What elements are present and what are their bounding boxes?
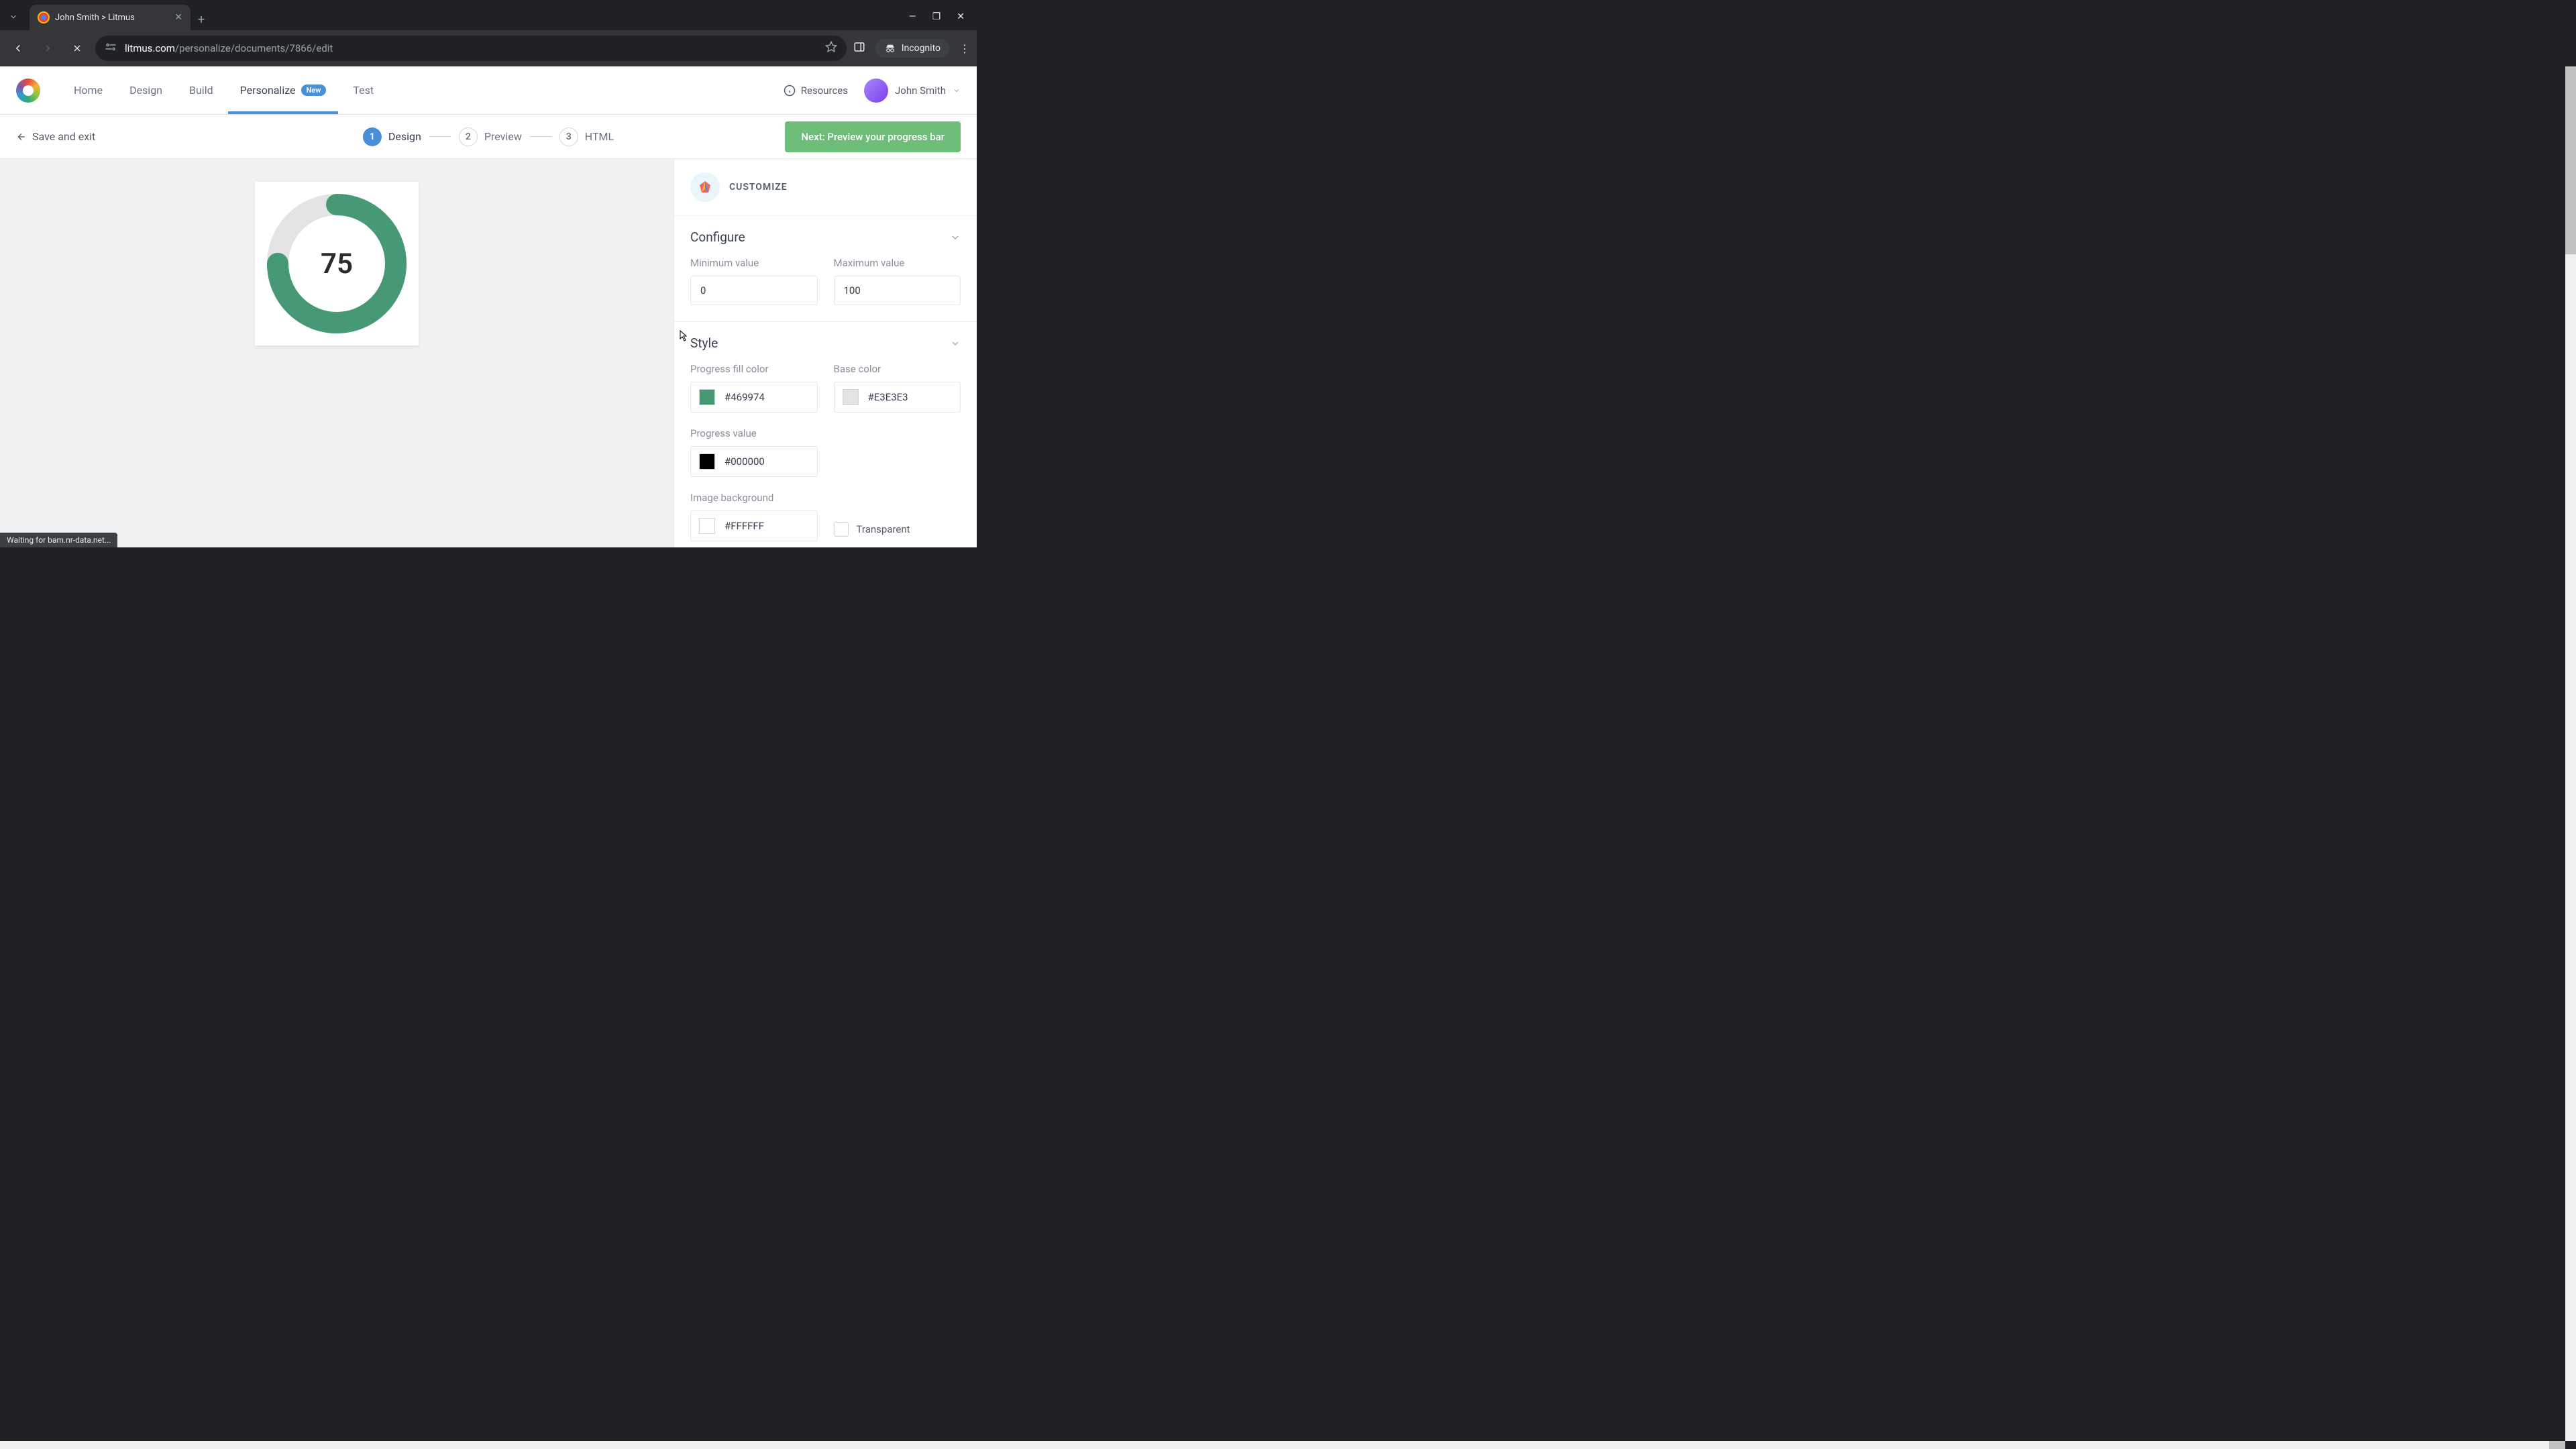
donut-chart: 75 bbox=[263, 190, 411, 337]
browser-toolbar: litmus.com/personalize/documents/7866/ed… bbox=[0, 30, 977, 66]
fill-color-swatch bbox=[699, 389, 715, 405]
max-value-input[interactable] bbox=[834, 276, 961, 305]
tab-title: John Smith > Litmus bbox=[55, 13, 169, 23]
step-divider bbox=[530, 136, 551, 137]
browser-tab-strip: John Smith > Litmus ✕ + ― ❐ ✕ bbox=[0, 0, 977, 30]
nav-home[interactable]: Home bbox=[62, 66, 115, 114]
subheader: Save and exit 1 Design 2 Preview 3 HTML … bbox=[0, 115, 977, 159]
min-value-input[interactable] bbox=[690, 276, 818, 305]
browser-menu-icon[interactable]: ⋮ bbox=[959, 42, 970, 55]
bg-color-swatch bbox=[699, 518, 715, 534]
app-header: Home Design Build Personalize New Test R… bbox=[0, 66, 977, 115]
tab-favicon bbox=[38, 11, 50, 23]
step-html[interactable]: 3 HTML bbox=[559, 127, 614, 146]
minimize-icon[interactable]: ― bbox=[909, 11, 916, 22]
next-button[interactable]: Next: Preview your progress bar bbox=[785, 121, 961, 152]
site-settings-icon[interactable] bbox=[105, 42, 117, 54]
incognito-badge[interactable]: Incognito bbox=[875, 39, 950, 58]
progress-value-color-input[interactable]: #000000 bbox=[690, 446, 818, 477]
bookmark-icon[interactable] bbox=[825, 41, 837, 56]
donut-value-label: 75 bbox=[263, 190, 411, 337]
configure-heading[interactable]: Configure bbox=[690, 229, 961, 245]
progress-value-color-label: Progress value bbox=[690, 427, 818, 439]
base-color-input[interactable]: #E3E3E3 bbox=[834, 382, 961, 413]
fill-color-input[interactable]: #469974 bbox=[690, 382, 818, 413]
side-panel-icon[interactable] bbox=[853, 41, 865, 56]
nav-test[interactable]: Test bbox=[341, 66, 386, 114]
save-and-exit-button[interactable]: Save and exit bbox=[16, 130, 95, 143]
collapse-configure-icon[interactable] bbox=[950, 232, 961, 246]
tab-search-dropdown[interactable] bbox=[0, 3, 27, 30]
step-preview[interactable]: 2 Preview bbox=[459, 127, 522, 146]
max-value-label: Maximum value bbox=[834, 257, 961, 269]
sidebar-title: CUSTOMIZE bbox=[729, 182, 788, 193]
main-nav: Home Design Build Personalize New Test bbox=[62, 66, 386, 114]
nav-personalize[interactable]: Personalize New bbox=[228, 66, 339, 114]
section-style: Style Progress fill color #469974 Base c… bbox=[674, 322, 977, 547]
app-root: Home Design Build Personalize New Test R… bbox=[0, 66, 977, 547]
customize-icon bbox=[690, 172, 720, 202]
stop-reload-button[interactable] bbox=[66, 37, 89, 60]
new-tab-button[interactable]: + bbox=[191, 9, 212, 30]
avatar bbox=[864, 78, 888, 103]
forward-button[interactable] bbox=[36, 37, 59, 60]
progress-preview-card: 75 bbox=[255, 182, 419, 345]
min-value-label: Minimum value bbox=[690, 257, 818, 269]
image-background-label: Image background bbox=[690, 492, 961, 504]
vertical-scrollbar-track[interactable] bbox=[2565, 66, 2576, 1441]
chevron-down-icon bbox=[953, 87, 961, 95]
url-text: litmus.com/personalize/documents/7866/ed… bbox=[125, 42, 333, 54]
content-area: 75 CUSTOMIZE Configure Minimum value bbox=[0, 159, 977, 547]
transparent-label: Transparent bbox=[857, 523, 910, 535]
value-color-swatch bbox=[699, 453, 715, 470]
nav-build[interactable]: Build bbox=[177, 66, 225, 114]
transparent-checkbox[interactable] bbox=[834, 522, 849, 537]
background-color-input[interactable]: #FFFFFF bbox=[690, 511, 818, 541]
base-color-label: Base color bbox=[834, 363, 961, 375]
section-configure: Configure Minimum value Maximum value bbox=[674, 216, 977, 322]
back-button[interactable] bbox=[7, 37, 30, 60]
collapse-style-icon[interactable] bbox=[950, 338, 961, 352]
base-color-swatch bbox=[843, 389, 859, 405]
litmus-logo-icon[interactable] bbox=[16, 78, 40, 103]
new-badge: New bbox=[301, 85, 327, 96]
resources-link[interactable]: Resources bbox=[784, 85, 848, 97]
address-bar[interactable]: litmus.com/personalize/documents/7866/ed… bbox=[95, 36, 847, 61]
step-divider bbox=[429, 136, 451, 137]
style-heading[interactable]: Style bbox=[690, 335, 961, 351]
user-menu[interactable]: John Smith bbox=[864, 78, 961, 103]
arrow-left-icon bbox=[16, 131, 27, 142]
sidebar-header: CUSTOMIZE bbox=[674, 159, 977, 216]
nav-design[interactable]: Design bbox=[117, 66, 174, 114]
close-window-icon[interactable]: ✕ bbox=[957, 11, 965, 22]
preview-canvas: 75 bbox=[0, 159, 674, 547]
maximize-icon[interactable]: ❐ bbox=[932, 11, 941, 22]
browser-status-bar: Waiting for bam.nr-data.net... bbox=[0, 533, 117, 547]
info-icon bbox=[784, 85, 796, 97]
tab-close-icon[interactable]: ✕ bbox=[174, 12, 182, 23]
vertical-scrollbar-thumb[interactable] bbox=[2565, 66, 2576, 254]
horizontal-scrollbar-thumb[interactable] bbox=[2549, 1441, 2565, 1449]
horizontal-scrollbar-track[interactable] bbox=[0, 1441, 2565, 1449]
fill-color-label: Progress fill color bbox=[690, 363, 818, 375]
customize-sidebar: CUSTOMIZE Configure Minimum value Maximu… bbox=[674, 159, 977, 547]
stepper: 1 Design 2 Preview 3 HTML bbox=[363, 127, 614, 146]
step-design[interactable]: 1 Design bbox=[363, 127, 421, 146]
browser-tab[interactable]: John Smith > Litmus ✕ bbox=[30, 5, 191, 30]
window-controls: ― ❐ ✕ bbox=[897, 3, 977, 30]
